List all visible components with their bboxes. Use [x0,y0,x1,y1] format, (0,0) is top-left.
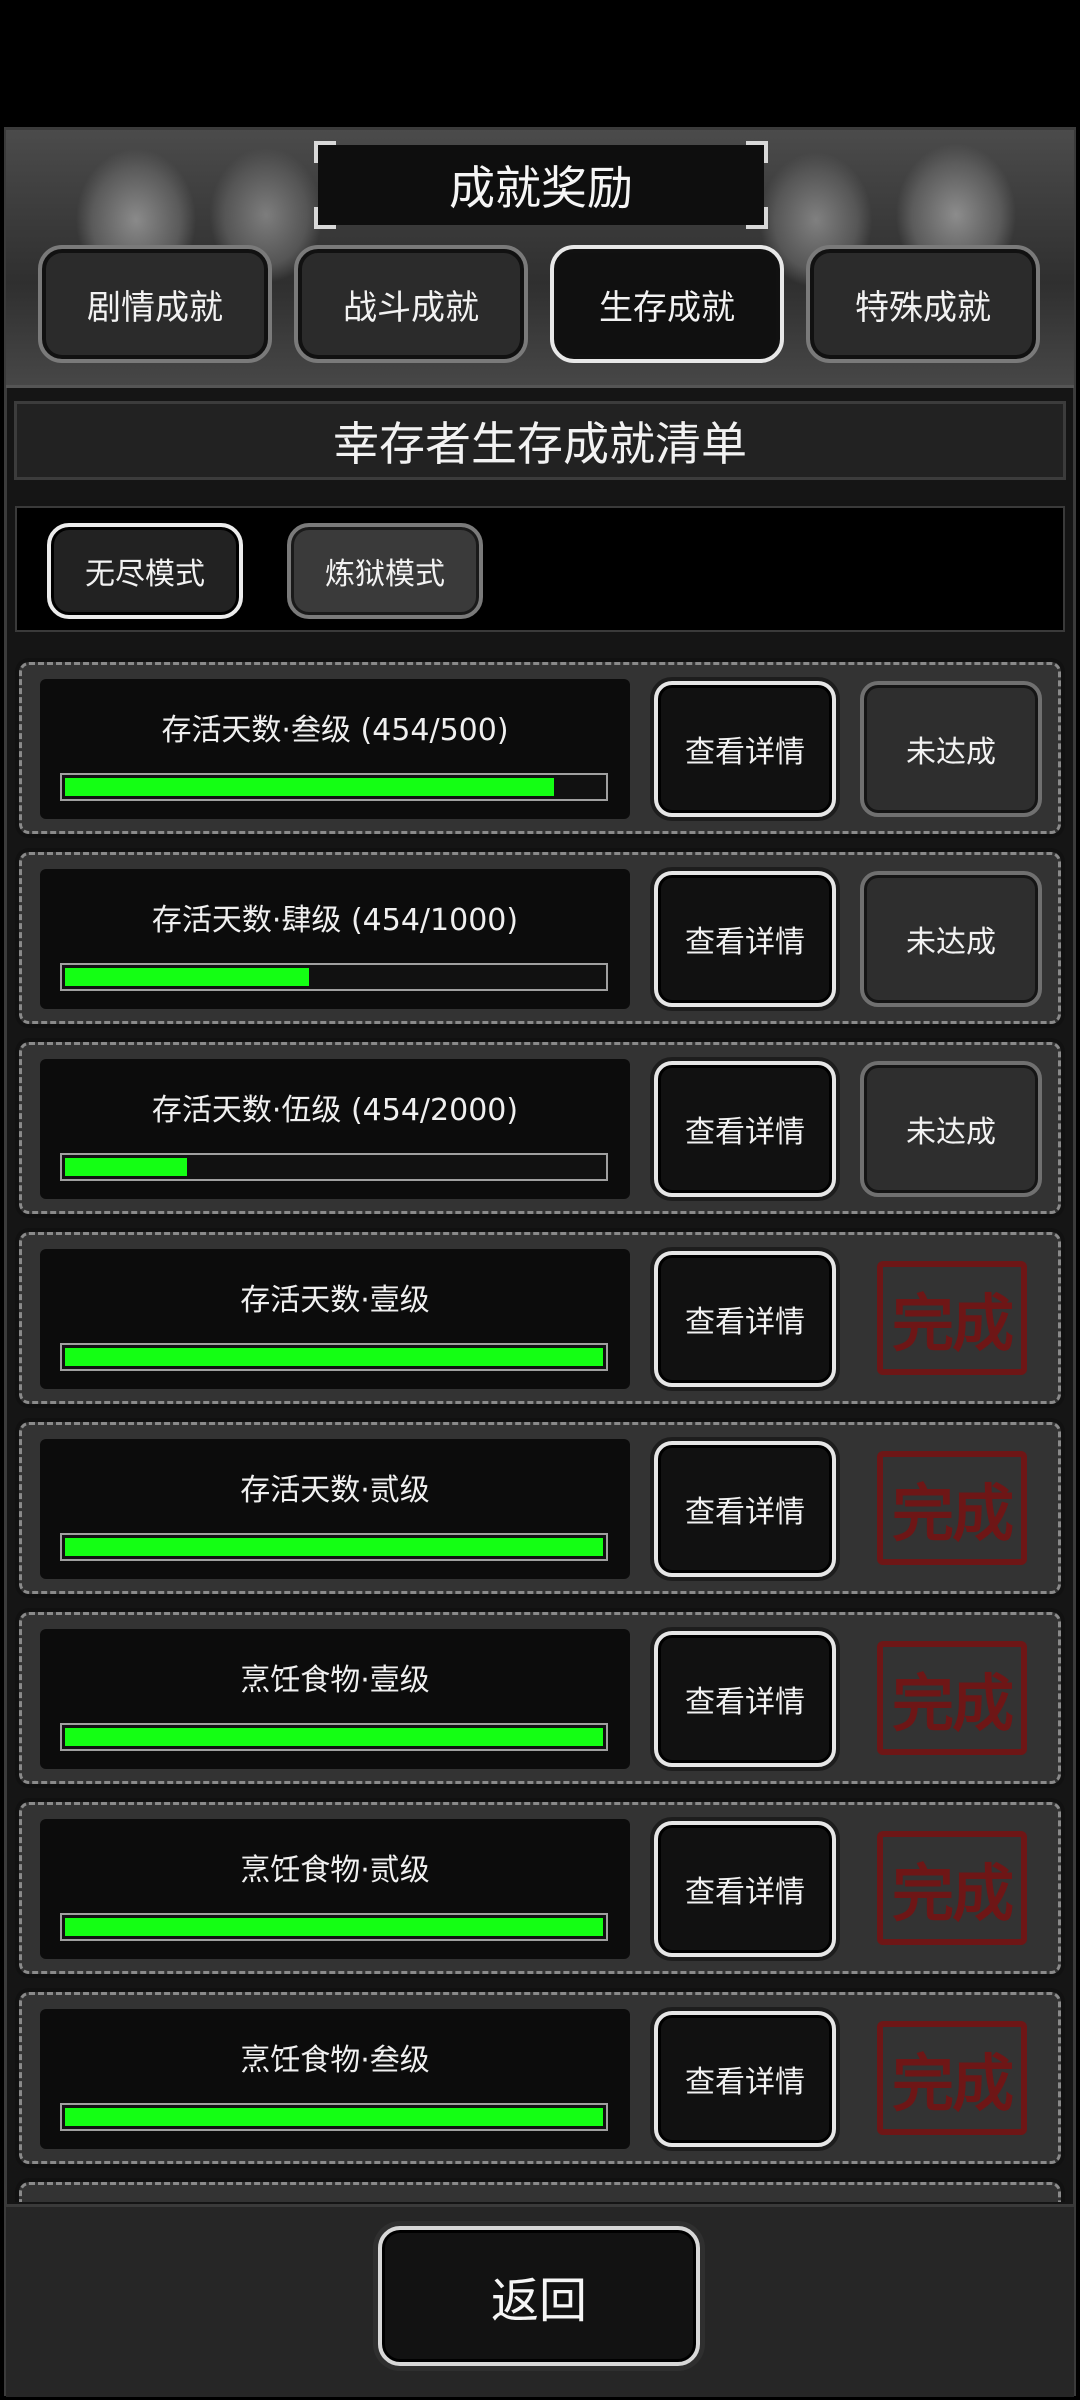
view-details-label: 查看详情 [685,1305,805,1340]
achievement-info: 烹饪食物·贰级 [40,1819,630,1959]
tab-label: 剧情成就 [87,287,223,328]
achievement-row: 烹饪食物·叁级查看详情 完成 [19,1992,1061,2164]
view-details-button[interactable]: 查看详情 [654,871,836,1007]
view-details-label: 查看详情 [685,925,805,960]
achievement-label: 存活天数·肆级 (454/1000) [151,903,519,938]
mode-label: 炼狱模式 [325,557,445,592]
view-details-button[interactable]: 查看详情 [654,1441,836,1577]
view-details-button[interactable]: 查看详情 [654,681,836,817]
achievement-label: 存活天数·叁级 (454/500) [161,713,509,748]
progress-bar-fill [65,2108,603,2126]
mode-label: 无尽模式 [85,557,205,592]
progress-bar [60,773,608,801]
achievement-row: 烹饪食物·壹级查看详情 完成 [19,1612,1061,1784]
achievement-label: 烹饪食物·叁级 [240,2043,430,2078]
page-title: 成就奖励 [314,141,768,229]
status-label: 未达成 [906,925,996,960]
achievement-info: 存活天数·叁级 (454/500) [40,679,630,819]
not-achieved-button[interactable]: 未达成 [860,871,1042,1007]
achievement-info: 存活天数·肆级 (454/1000) [40,869,630,1009]
status-label: 未达成 [906,1115,996,1150]
view-details-button[interactable]: 查看详情 [654,1251,836,1387]
achievement-label: 存活天数·壹级 [240,1283,430,1318]
achievement-row: 存活天数·贰级查看详情 完成 [19,1422,1061,1594]
tab-story-achievements[interactable]: 剧情成就 [38,245,272,363]
progress-bar [60,1723,608,1751]
progress-bar-fill [65,1348,603,1366]
list-title: 幸存者生存成就清单 [14,401,1066,480]
view-details-button[interactable]: 查看详情 [654,1061,836,1197]
achievement-label: 存活天数·伍级 (454/2000) [151,1093,519,1128]
completed-stamp: 完成 [877,1451,1027,1565]
achievement-label: 烹饪食物·贰级 [240,1853,430,1888]
progress-bar-fill [65,778,554,796]
page-title-text: 成就奖励 [449,161,633,215]
progress-bar [60,1533,608,1561]
progress-bar [60,1153,608,1181]
progress-bar [60,1343,608,1371]
progress-bar [60,1913,608,1941]
title-corner-decoration [314,207,336,229]
back-button[interactable]: 返回 [378,2226,700,2366]
achievement-row: 烹饪食物·贰级查看详情 完成 [19,1802,1061,1974]
completed-stamp: 完成 [877,2021,1027,2135]
progress-bar-fill [65,1538,603,1556]
progress-bar [60,2103,608,2131]
not-achieved-button[interactable]: 未达成 [860,1061,1042,1197]
title-corner-decoration [746,141,768,163]
achievement-row: 存活天数·肆级 (454/1000) 查看详情 未达成 [19,852,1061,1024]
achievement-info: 存活天数·贰级 [40,1439,630,1579]
achievement-info: 烹饪食物·壹级 [40,1629,630,1769]
progress-bar-fill [65,1158,187,1176]
tab-special-achievements[interactable]: 特殊成就 [806,245,1040,363]
view-details-label: 查看详情 [685,1115,805,1150]
completed-stamp: 完成 [877,1831,1027,1945]
view-details-label: 查看详情 [685,1685,805,1720]
achievement-label: 烹饪食物·壹级 [240,1663,430,1698]
view-details-button[interactable]: 查看详情 [654,2011,836,2147]
not-achieved-button[interactable]: 未达成 [860,681,1042,817]
achievement-row [19,2182,1061,2202]
progress-bar-fill [65,968,309,986]
status-label: 未达成 [906,735,996,770]
achievement-row: 存活天数·伍级 (454/2000) 查看详情 未达成 [19,1042,1061,1214]
view-details-label: 查看详情 [685,1495,805,1530]
tab-label: 战斗成就 [343,287,479,328]
progress-bar-fill [65,1728,603,1746]
progress-bar-fill [65,1918,603,1936]
view-details-button[interactable]: 查看详情 [654,1821,836,1957]
achievement-row: 存活天数·壹级查看详情 完成 [19,1232,1061,1404]
view-details-label: 查看详情 [685,735,805,770]
tab-combat-achievements[interactable]: 战斗成就 [294,245,528,363]
mode-purgatory-button[interactable]: 炼狱模式 [287,523,483,619]
tab-label: 生存成就 [599,287,735,328]
view-details-label: 查看详情 [685,2065,805,2100]
achievement-info: 存活天数·壹级 [40,1249,630,1389]
achievement-info: 存活天数·伍级 (454/2000) [40,1059,630,1199]
completed-stamp: 完成 [877,1261,1027,1375]
completed-stamp: 完成 [877,1641,1027,1755]
mode-selector: 无尽模式 炼狱模式 [15,506,1065,632]
achievement-list[interactable]: 存活天数·叁级 (454/500) 查看详情 未达成 存活天数·肆级 (454/100… [15,652,1065,2202]
title-corner-decoration [746,207,768,229]
title-corner-decoration [314,141,336,163]
tab-survival-achievements[interactable]: 生存成就 [550,245,784,363]
list-title-text: 幸存者生存成就清单 [333,416,747,471]
view-details-label: 查看详情 [685,1875,805,1910]
progress-bar [60,963,608,991]
achievement-row: 存活天数·叁级 (454/500) 查看详情 未达成 [19,662,1061,834]
achievement-label: 存活天数·贰级 [240,1473,430,1508]
back-button-label: 返回 [490,2273,587,2329]
mode-endless-button[interactable]: 无尽模式 [47,523,243,619]
achievement-info: 烹饪食物·叁级 [40,2009,630,2149]
view-details-button[interactable]: 查看详情 [654,1631,836,1767]
tab-label: 特殊成就 [855,287,991,328]
